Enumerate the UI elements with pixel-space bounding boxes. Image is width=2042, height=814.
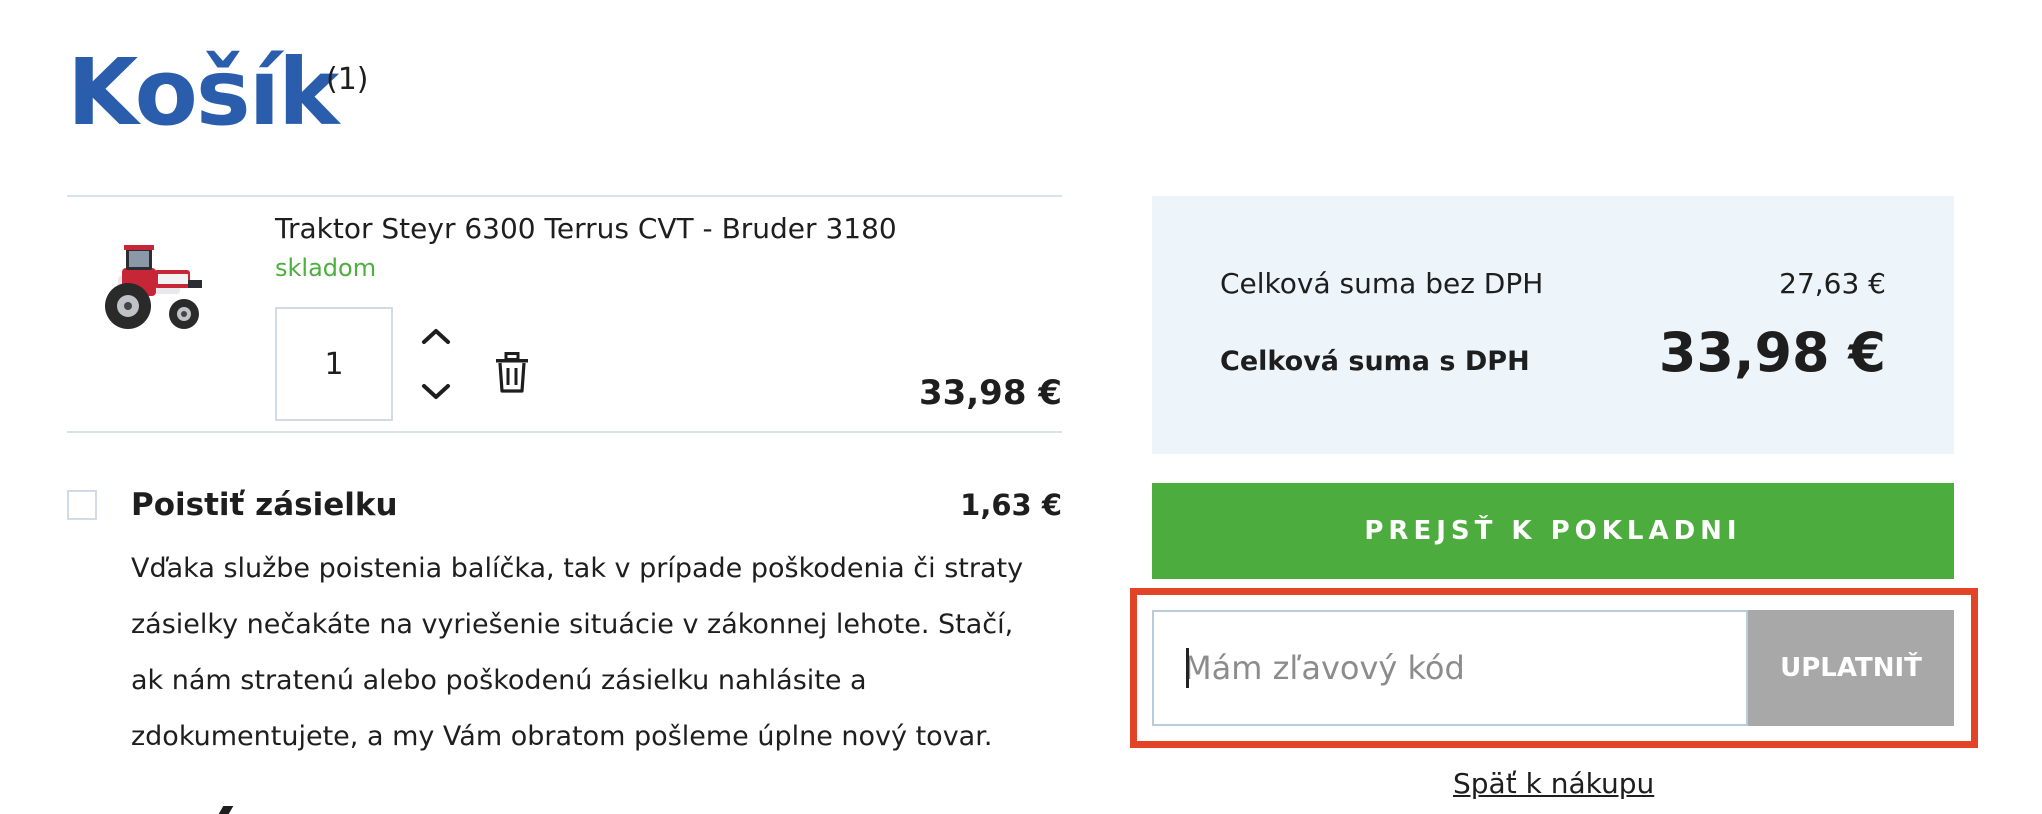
- page-title: Košík: [67, 39, 339, 146]
- chevron-up-icon: [422, 329, 450, 344]
- checkout-button[interactable]: PREJSŤ K POKLADNI: [1152, 483, 1954, 579]
- apply-coupon-button[interactable]: UPLATNIŤ: [1748, 610, 1954, 726]
- stock-status: skladom: [275, 254, 377, 282]
- insurance-title[interactable]: Poistiť zásielku: [131, 484, 398, 526]
- quantity-field[interactable]: 1: [275, 307, 393, 421]
- text-cursor: [1186, 648, 1189, 688]
- quantity-decrease-button[interactable]: [416, 374, 456, 410]
- chevron-down-icon: [422, 384, 450, 399]
- cart-top-divider: [67, 195, 1062, 197]
- trash-icon: [496, 352, 528, 393]
- total-net-value: 27,63 €: [1779, 267, 1886, 300]
- product-name[interactable]: Traktor Steyr 6300 Terrus CVT - Bruder 3…: [275, 209, 897, 249]
- cart-bottom-divider: [67, 431, 1062, 433]
- product-image[interactable]: [88, 240, 218, 340]
- remove-item-button[interactable]: [494, 352, 530, 394]
- insurance-description-line: zdokumentujete, a my Vám obratom pošleme…: [131, 721, 993, 752]
- insurance-description: Vďaka službe poistenia balíčka, tak v pr…: [131, 541, 1081, 765]
- insurance-checkbox[interactable]: [67, 490, 97, 520]
- total-gross-value: 33,98 €: [1658, 321, 1886, 384]
- cart-count: (1): [326, 62, 369, 97]
- coupon-code-input[interactable]: [1152, 610, 1748, 726]
- insurance-price: 1,63 €: [960, 488, 1062, 522]
- insurance-description-line: Vďaka službe poistenia balíčka, tak v pr…: [131, 553, 1024, 584]
- quantity-increase-button[interactable]: [416, 318, 456, 354]
- clipped-text-fragment: [218, 806, 234, 814]
- insurance-description-line: zásielky nečakáte na vyriešenie situácie…: [131, 609, 1014, 640]
- insurance-description-line: ak nám stratenú alebo poškodenú zásielku…: [131, 665, 867, 696]
- back-to-shopping-link[interactable]: Späť k nákupu: [1453, 764, 1654, 804]
- total-gross-label: Celková suma s DPH: [1220, 346, 1530, 377]
- item-price: 33,98 €: [918, 373, 1062, 413]
- red-tractor-image: [105, 245, 202, 329]
- total-net-label: Celková suma bez DPH: [1220, 267, 1544, 300]
